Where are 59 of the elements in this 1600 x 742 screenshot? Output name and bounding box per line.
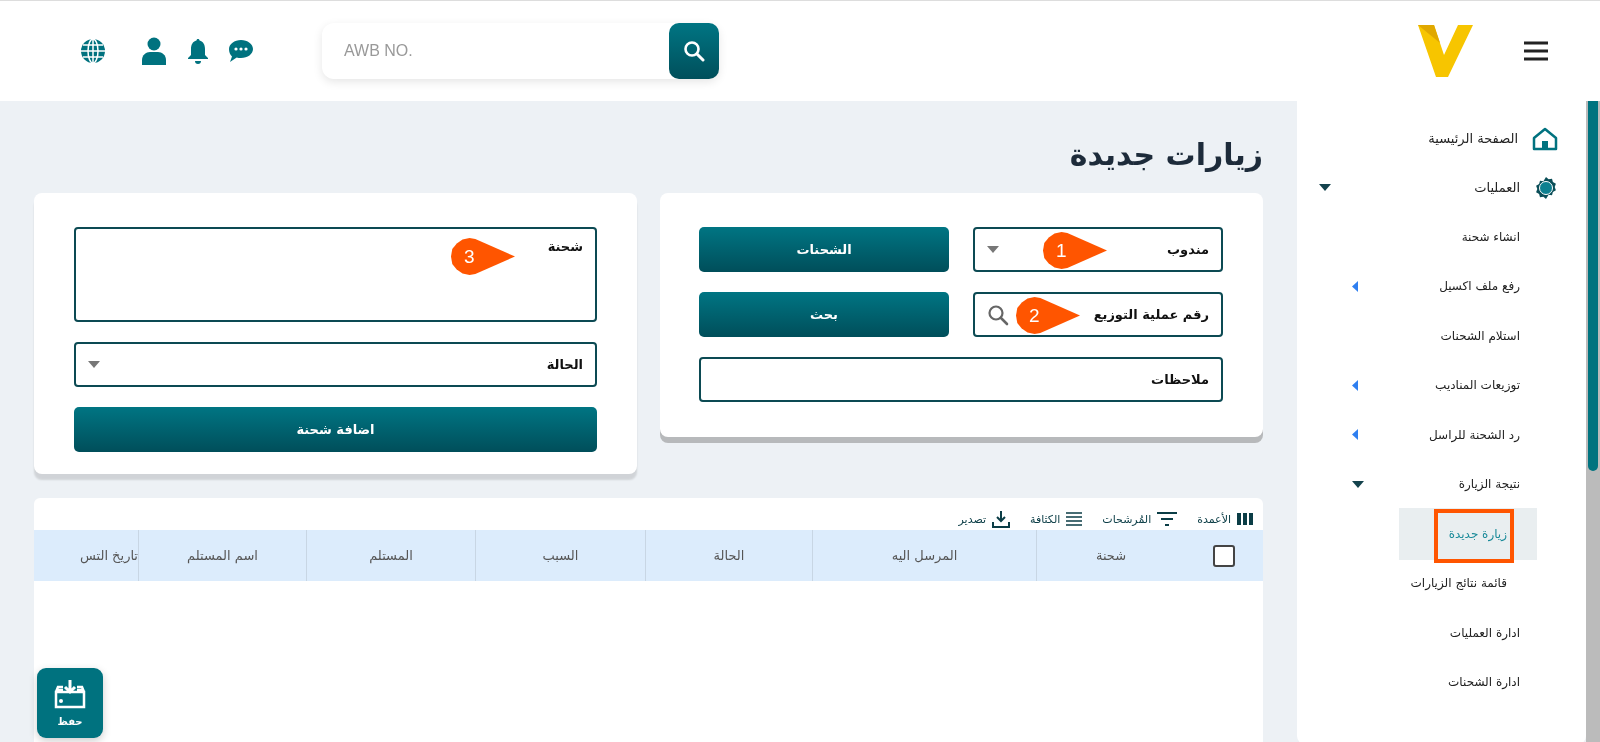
bell-icon[interactable] xyxy=(186,38,209,64)
nav-item[interactable]: رفع ملف اكسيل xyxy=(1439,279,1520,294)
column-header[interactable]: السبب xyxy=(542,548,579,563)
save-button[interactable]: حفظ xyxy=(37,668,103,738)
nav-item[interactable]: ادارة العمليات xyxy=(1449,625,1520,640)
awb-search-field[interactable]: AWB NO. xyxy=(322,23,669,79)
column-header[interactable]: المستلم xyxy=(369,548,413,563)
checkbox[interactable] xyxy=(1213,544,1235,567)
notes-field[interactable]: ملاحظات xyxy=(699,357,1223,402)
download-icon xyxy=(992,510,1010,528)
nav-item[interactable]: نتيجة الزيارة xyxy=(1458,477,1520,492)
add-shipment-button[interactable]: اضافة شحنة xyxy=(74,407,597,452)
nav-item[interactable]: انشاء شحنة xyxy=(1461,229,1520,244)
search-icon xyxy=(987,303,1009,326)
home-icon xyxy=(1532,126,1558,151)
save-drive-icon xyxy=(54,679,86,710)
column-header[interactable]: المرسل اليه xyxy=(891,548,958,563)
callout-marker: 2 xyxy=(1016,297,1080,334)
search-button[interactable]: بحث xyxy=(699,292,949,337)
toolbar-button[interactable]: تصدير xyxy=(958,508,1010,530)
dropdown-arrow-icon xyxy=(88,361,100,368)
nav-item[interactable]: العمليات xyxy=(1474,180,1520,195)
scrollbar[interactable] xyxy=(1586,101,1600,742)
column-header[interactable]: شحنة xyxy=(1095,548,1127,563)
column-header[interactable]: تاريخ التس xyxy=(79,548,138,563)
nav-item[interactable]: استلام الشحنات xyxy=(1440,328,1520,343)
page-title: زيارات جديدة xyxy=(1068,136,1263,174)
toolbar-button[interactable]: الكثافة xyxy=(1030,508,1083,530)
user-icon[interactable] xyxy=(141,37,168,65)
nav-item[interactable]: قائمة نتائج الزيارات xyxy=(1410,557,1507,610)
nav-item[interactable]: رد الشحنة للراسل xyxy=(1429,427,1520,442)
nav-item[interactable]: زيارة جديدة xyxy=(1398,507,1537,560)
caret-left-icon[interactable] xyxy=(1352,379,1358,391)
nav-item[interactable]: ادارة الشحنات xyxy=(1448,675,1520,690)
column-header[interactable]: الحالة xyxy=(713,548,745,563)
density-icon xyxy=(1066,512,1083,526)
search-icon xyxy=(683,40,705,62)
menu-icon[interactable] xyxy=(1524,41,1548,61)
toolbar-button[interactable]: الأعمدة xyxy=(1197,508,1253,530)
filter-icon xyxy=(1157,512,1178,526)
callout-marker: 1 xyxy=(1043,232,1107,269)
column-header[interactable]: اسم المستلم xyxy=(187,548,258,563)
nav-item[interactable]: الصفحة الرئيسية xyxy=(1428,131,1518,146)
shipments-button[interactable]: الشحنات xyxy=(699,227,949,272)
search-button[interactable] xyxy=(669,23,719,79)
dropdown-arrow-icon xyxy=(987,246,999,253)
caret-left-icon[interactable] xyxy=(1352,429,1358,441)
caret-left-icon[interactable] xyxy=(1352,280,1358,292)
seal-icon xyxy=(1534,175,1558,200)
caret-down-icon[interactable] xyxy=(1319,184,1331,191)
globe-icon[interactable] xyxy=(80,38,106,64)
chat-icon[interactable] xyxy=(228,39,254,63)
toolbar-button[interactable]: المُرشحات xyxy=(1102,508,1178,530)
callout-marker: 3 xyxy=(451,238,515,275)
columns-icon xyxy=(1237,513,1253,525)
caret-down-icon[interactable] xyxy=(1352,480,1364,488)
status-select[interactable]: الحالة xyxy=(74,342,597,387)
scrollbar-thumb[interactable] xyxy=(1588,101,1598,471)
nav-item[interactable]: توزيعات المناديب xyxy=(1435,378,1520,393)
